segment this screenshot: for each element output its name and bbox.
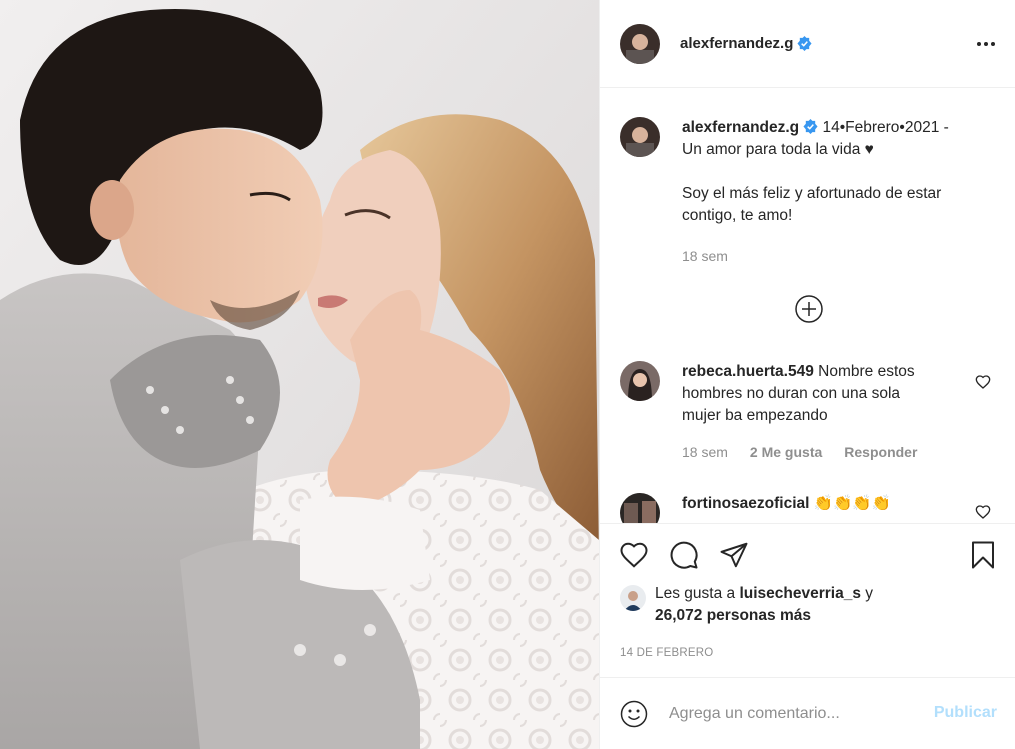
caption-username[interactable]: alexfernandez.g — [682, 119, 799, 136]
liker-username[interactable]: luisecheverria_s — [739, 585, 861, 602]
plus-circle-icon[interactable] — [795, 295, 823, 323]
comment-text: fortinosaezoficial 👏👏👏👏 — [682, 493, 891, 523]
post-photo[interactable] — [0, 0, 599, 749]
comments-list[interactable]: alexfernandez.g 14•Febrero•2021 - Un amo… — [600, 88, 1015, 523]
likes-count[interactable]: 26,072 personas más — [655, 607, 811, 624]
bookmark-icon[interactable] — [968, 540, 998, 570]
avatar-image — [620, 493, 660, 523]
comment-item: rebeca.huerta.549 Nombre estos hombres n… — [620, 361, 995, 463]
more-horizontal-icon[interactable] — [975, 34, 997, 54]
reply-button[interactable]: Responder — [844, 441, 917, 463]
liker-avatar[interactable] — [620, 585, 646, 611]
publish-button[interactable]: Publicar — [934, 704, 997, 722]
post-dialog: alexfernandez.g alexfernandez.g 14•Febre… — [0, 0, 1015, 749]
comment-icon[interactable] — [669, 540, 699, 570]
commenter-avatar[interactable] — [620, 361, 660, 401]
comment-item: fortinosaezoficial 👏👏👏👏 — [620, 493, 995, 523]
likes-summary: Les gusta a luisecheverria_s y 26,072 pe… — [600, 585, 1015, 631]
comment-time[interactable]: 18 sem — [682, 441, 728, 463]
comment-body-3: mujer ba empezando — [682, 407, 828, 424]
comment-body-2: hombres no duran con una sola — [682, 385, 901, 402]
post-side-panel: alexfernandez.g alexfernandez.g 14•Febre… — [599, 0, 1015, 749]
caption-text: alexfernandez.g 14•Febrero•2021 - Un amo… — [682, 117, 949, 267]
comment-like-heart-icon[interactable] — [975, 374, 991, 390]
comment-username[interactable]: rebeca.huerta.549 — [682, 363, 814, 380]
likes-suffix: y — [865, 585, 874, 602]
caption-line-1: 14•Febrero•2021 - — [822, 119, 949, 136]
comment-likes[interactable]: 2 Me gusta — [750, 441, 822, 463]
likes-text: Les gusta a luisecheverria_s y 26,072 pe… — [655, 583, 873, 627]
comment-body-1: Nombre estos — [818, 363, 915, 380]
caption-line-4: contigo, te amo! — [682, 207, 793, 224]
comment-body: 👏👏👏👏 — [813, 495, 891, 512]
comment-meta: 18 sem 2 Me gusta Responder — [682, 441, 917, 463]
caption-meta: 18 sem — [682, 245, 949, 267]
avatar-image — [620, 117, 660, 157]
paper-plane-icon[interactable] — [719, 540, 749, 570]
caption-time[interactable]: 18 sem — [682, 245, 728, 267]
likes-prefix: Les gusta a — [655, 585, 736, 602]
add-comment-bar: Publicar — [600, 677, 1015, 749]
verified-badge-icon — [803, 119, 818, 134]
avatar-image — [620, 361, 660, 401]
comment-text: rebeca.huerta.549 Nombre estos hombres n… — [682, 361, 917, 463]
caption-line-3: Soy el más feliz y afortunado de estar — [682, 185, 942, 202]
comment-like-heart-icon[interactable] — [975, 504, 991, 520]
avatar-image — [620, 23, 660, 64]
post-header: alexfernandez.g — [600, 0, 1015, 88]
post-date[interactable]: 14 DE FEBRERO — [600, 631, 1015, 677]
commenter-avatar[interactable] — [620, 493, 660, 523]
couple-photo-illustration — [0, 0, 599, 749]
smiley-icon[interactable] — [620, 700, 648, 728]
comment-username[interactable]: fortinosaezoficial — [682, 495, 809, 512]
caption-row: alexfernandez.g 14•Febrero•2021 - Un amo… — [620, 117, 995, 267]
action-bar — [600, 523, 1015, 591]
heart-icon[interactable] — [619, 540, 649, 570]
author-avatar[interactable] — [620, 23, 660, 64]
caption-avatar[interactable] — [620, 117, 660, 157]
verified-badge-icon — [797, 36, 812, 51]
avatar-image — [620, 585, 646, 611]
author-username[interactable]: alexfernandez.g — [680, 35, 793, 52]
caption-line-2: Un amor para toda la vida ♥ — [682, 141, 874, 158]
comment-input[interactable] — [669, 700, 919, 728]
